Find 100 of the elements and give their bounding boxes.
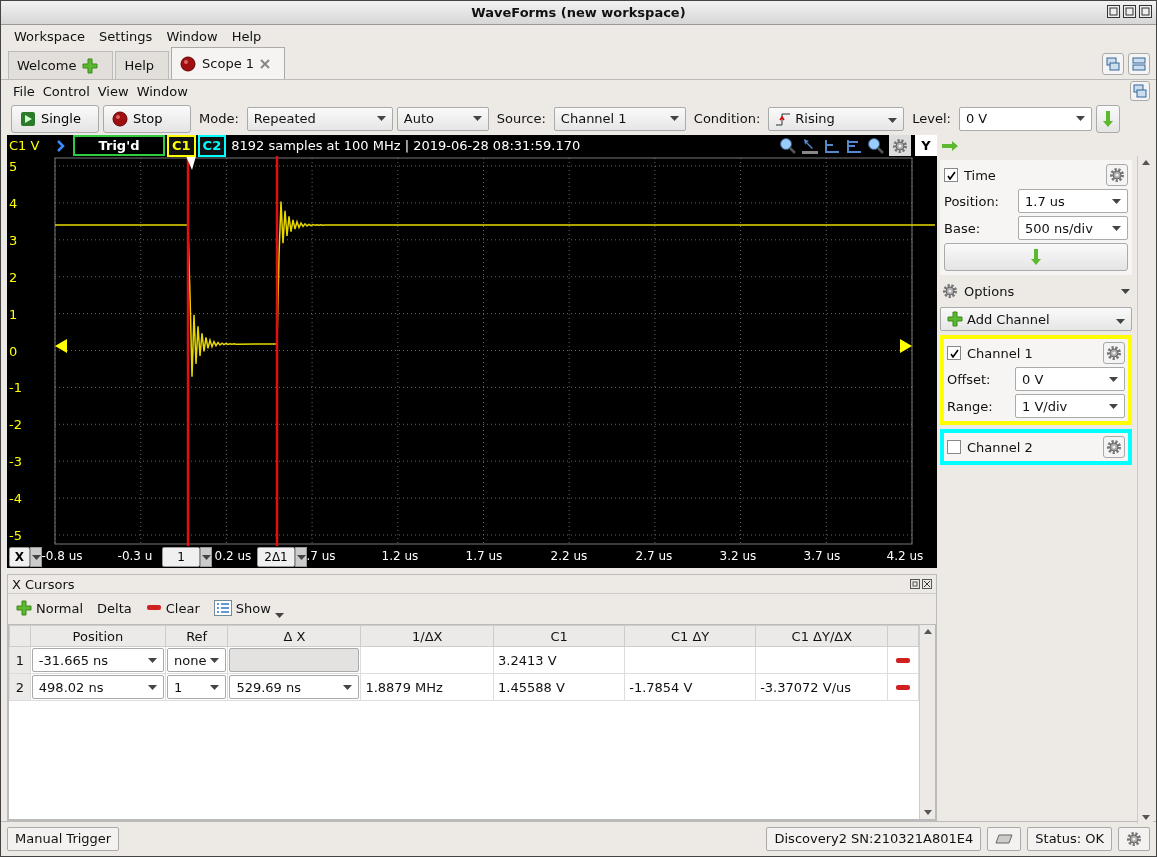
mode-label: Mode:: [199, 111, 239, 126]
row-number: 2: [9, 673, 31, 701]
caret-icon: [1112, 198, 1121, 204]
cursor-dropdown[interactable]: [200, 547, 212, 567]
windows-button[interactable]: [1130, 81, 1150, 101]
zoom-in-icon[interactable]: [779, 136, 797, 155]
cursor-selector[interactable]: 2Δ1: [257, 547, 295, 567]
caret-icon: [274, 612, 284, 618]
channel-title: Channel 1: [967, 345, 1033, 361]
base-field[interactable]: 500 ns/div: [1018, 216, 1128, 240]
add-channel-dropdown[interactable]: Add Channel: [940, 307, 1132, 331]
tab[interactable]: Help: [115, 51, 170, 79]
tab[interactable]: Scope 1: [171, 47, 286, 79]
device-button[interactable]: Discovery2 SN:210321A801E4: [766, 826, 982, 851]
panel-title: X Cursors: [12, 576, 75, 592]
show-menu[interactable]: Show: [213, 595, 284, 621]
cursor-dropdown[interactable]: [295, 547, 307, 567]
x-tick-label: 1.2 us: [381, 549, 419, 563]
mode-dropdown[interactable]: Repeated: [246, 106, 393, 131]
single-button[interactable]: Single: [11, 104, 99, 133]
manual-trigger-button[interactable]: Manual Trigger: [7, 826, 120, 851]
trigger-level-marker[interactable]: [900, 339, 912, 353]
options-label[interactable]: Options: [964, 283, 1015, 299]
settings-button[interactable]: [1118, 826, 1150, 851]
menu-item[interactable]: Window: [132, 83, 192, 99]
menu-item[interactable]: Workspace: [7, 28, 93, 44]
tab[interactable]: Welcome: [8, 51, 114, 79]
y-button[interactable]: Y: [915, 135, 937, 156]
channel-checkbox[interactable]: [947, 440, 961, 454]
scroll-up-icon[interactable]: [923, 629, 932, 634]
table-cell: 1.45588 V: [493, 673, 625, 701]
field-label: Base:: [944, 220, 981, 236]
y-tick-label: 1: [9, 306, 18, 322]
zoom-out-icon[interactable]: [867, 136, 885, 155]
windows-icon: [1133, 84, 1147, 98]
settings-button[interactable]: [1103, 436, 1125, 458]
settings-button[interactable]: [1103, 342, 1125, 364]
channel-tag[interactable]: C2: [197, 134, 227, 157]
scroll-down-icon[interactable]: [1141, 815, 1150, 820]
cursor-line[interactable]: [275, 156, 279, 546]
menu-item[interactable]: View: [93, 83, 133, 99]
window-control-icon[interactable]: [1139, 5, 1152, 18]
ref-dropdown[interactable]: none: [166, 648, 227, 672]
minus-icon: [145, 604, 162, 612]
condition-label: Condition:: [693, 111, 761, 126]
y-tick-label: 3: [9, 232, 18, 248]
cursor-selector[interactable]: 1: [162, 547, 200, 567]
split-icon: [1132, 57, 1146, 71]
group-title: Time: [964, 167, 996, 183]
gear-icon: [1126, 830, 1142, 847]
menu-item[interactable]: File: [9, 83, 39, 99]
y-tick-label: -3: [9, 454, 22, 470]
column-header: 1/ΔX: [360, 625, 494, 647]
position-field[interactable]: -31.665 ns: [31, 648, 164, 672]
column-header: C1 ΔY: [624, 625, 756, 647]
chevron-icon[interactable]: [57, 139, 65, 152]
range-field[interactable]: 1 V/div: [1015, 394, 1125, 418]
status-button[interactable]: Status: OK: [1027, 826, 1112, 851]
cursor-icon[interactable]: [801, 136, 819, 155]
position-field[interactable]: 1.7 us: [1018, 189, 1128, 213]
trigger-position-marker[interactable]: [186, 156, 196, 170]
x-tick-label: .7 us: [306, 549, 336, 563]
y-tick-label: -5: [9, 528, 22, 543]
windows-button[interactable]: [1102, 53, 1124, 75]
settings-button[interactable]: [889, 135, 911, 156]
menu-item[interactable]: Settings: [92, 28, 160, 44]
settings-button[interactable]: [1106, 164, 1128, 186]
caret-icon: [472, 116, 482, 121]
condition-dropdown[interactable]: Rising: [768, 106, 905, 131]
table-cell: -3.37072 V/us: [755, 673, 888, 701]
column-header: C1: [493, 625, 625, 647]
window-control-icon[interactable]: [1123, 5, 1136, 18]
channel-tag[interactable]: C1: [167, 134, 196, 157]
scroll-up-icon[interactable]: [1141, 160, 1150, 165]
stop-button[interactable]: Stop: [103, 104, 191, 133]
cursor-tool[interactable]: Delta: [97, 600, 132, 616]
offset-field[interactable]: 0 V: [1015, 367, 1125, 391]
close-icon[interactable]: [922, 579, 932, 589]
device-icon: [995, 833, 1014, 844]
x-dropdown[interactable]: [30, 547, 42, 567]
ref-dropdown[interactable]: 1: [166, 675, 227, 699]
x-button[interactable]: X: [9, 547, 30, 567]
delta-x-field[interactable]: 529.69 ns: [229, 675, 360, 699]
trigger-level-marker[interactable]: [55, 339, 67, 353]
menu-item[interactable]: Control: [38, 83, 94, 99]
source-dropdown[interactable]: Channel 1: [553, 106, 686, 131]
menu-item[interactable]: Help: [224, 28, 269, 44]
window-control-icon[interactable]: [1107, 5, 1120, 18]
float-icon[interactable]: [910, 579, 920, 589]
position-field[interactable]: 498.02 ns: [31, 675, 164, 699]
cursor-tool[interactable]: Clear: [145, 600, 200, 616]
cursor-tool[interactable]: Normal: [16, 600, 84, 616]
device-icon-button[interactable]: [987, 826, 1022, 851]
channel-checkbox[interactable]: [947, 346, 961, 360]
menu-item[interactable]: Window: [159, 28, 225, 44]
time-checkbox[interactable]: [944, 168, 958, 182]
level-field[interactable]: 0 V: [958, 106, 1092, 131]
auto-dropdown[interactable]: Auto: [396, 106, 489, 131]
windows-icon: [1106, 57, 1120, 71]
scroll-down-icon[interactable]: [923, 810, 932, 815]
